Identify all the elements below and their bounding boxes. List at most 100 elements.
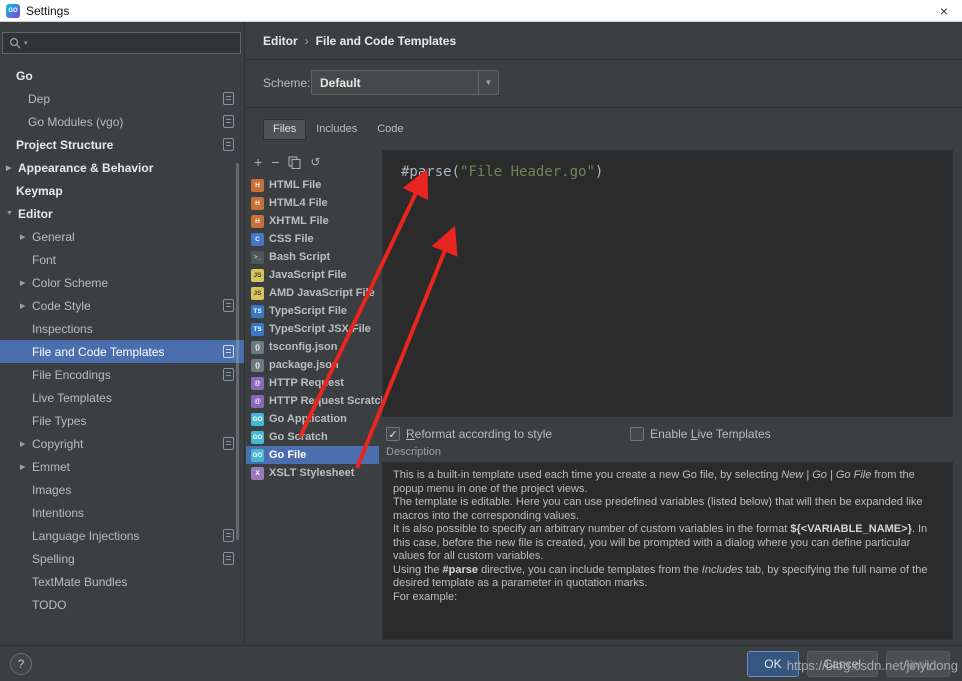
search-icon [9, 37, 21, 49]
sidebar-item-inspections[interactable]: Inspections [0, 317, 244, 340]
template-item-http-request[interactable]: @HTTP Request [246, 374, 379, 392]
template-item-label: CSS File [269, 233, 314, 245]
per-project-settings-icon [223, 345, 234, 358]
sidebar-item-go[interactable]: Go [0, 64, 244, 87]
template-item-typescript-file[interactable]: TSTypeScript File [246, 302, 379, 320]
template-editor[interactable]: #parse("File Header.go") [382, 150, 953, 417]
sidebar-item-go-modules-vgo[interactable]: Go Modules (vgo) [0, 110, 244, 133]
chevron-down-icon[interactable]: ▼ [6, 210, 18, 217]
template-item-package-json[interactable]: {}package.json [246, 356, 379, 374]
sidebar-item-file-types[interactable]: File Types [0, 409, 244, 432]
sidebar-item-color-scheme[interactable]: ▶Color Scheme [0, 271, 244, 294]
help-button[interactable]: ? [10, 653, 32, 675]
chevron-right-icon[interactable]: ▶ [20, 302, 32, 310]
css-file-icon: C [251, 233, 264, 246]
sidebar-item-spelling[interactable]: Spelling [0, 547, 244, 570]
chevron-right-icon[interactable]: ▶ [20, 233, 32, 241]
template-item-label: XSLT Stylesheet [269, 467, 354, 479]
template-item-go-application[interactable]: GOGo Application [246, 410, 379, 428]
sidebar-item-project-structure[interactable]: Project Structure [0, 133, 244, 156]
html-file-icon: H [251, 215, 264, 228]
template-item-xslt-stylesheet[interactable]: XXSLT Stylesheet [246, 464, 379, 482]
chevron-right-icon[interactable]: ▶ [20, 440, 32, 448]
template-item-typescript-jsx-file[interactable]: TSTypeScript JSX File [246, 320, 379, 338]
description-paragraph: The template is editable. Here you can u… [393, 496, 942, 523]
sidebar-item-editor[interactable]: ▼Editor [0, 202, 244, 225]
reformat-checkbox[interactable]: ✓ [386, 427, 400, 441]
sidebar-item-label: TODO [32, 598, 66, 612]
window-title: Settings [26, 4, 69, 18]
sidebar-item-general[interactable]: ▶General [0, 225, 244, 248]
template-options: ✓ Reformat according to style Enable Live … [386, 424, 952, 444]
settings-search-box[interactable]: ▾ [2, 32, 241, 54]
sidebar-item-dep[interactable]: Dep [0, 87, 244, 110]
description-paragraph: It is also possible to specify an arbitr… [393, 523, 942, 564]
sidebar-item-label: Project Structure [16, 138, 113, 152]
reset-template-button[interactable]: ↺ [310, 155, 320, 169]
sidebar-item-emmet[interactable]: ▶Emmet [0, 455, 244, 478]
code-token: ) [595, 164, 603, 180]
chevron-right-icon[interactable]: ▶ [6, 164, 18, 172]
scheme-select[interactable]: Default ▼ [311, 70, 499, 95]
per-project-settings-icon [223, 92, 234, 105]
close-icon[interactable]: × [926, 0, 962, 21]
sidebar-item-language-injections[interactable]: Language Injections [0, 524, 244, 547]
scheme-selected-value: Default [312, 76, 478, 90]
breadcrumb-section[interactable]: Editor [263, 34, 298, 48]
reformat-checkbox-label: Reformat according to style [406, 427, 552, 441]
template-item-label: Go Application [269, 413, 347, 425]
enable-live-templates-checkbox[interactable] [630, 427, 644, 441]
template-item-css-file[interactable]: C CSS File [246, 230, 379, 248]
template-item-go-scratch[interactable]: GOGo Scratch [246, 428, 379, 446]
sidebar-item-copyright[interactable]: ▶Copyright [0, 432, 244, 455]
sidebar-item-keymap[interactable]: Keymap [0, 179, 244, 202]
template-item-label: Bash Script [269, 251, 330, 263]
chevron-right-icon[interactable]: ▶ [20, 463, 32, 471]
page-title: File and Code Templates [316, 34, 456, 48]
js-file-icon: JS [251, 269, 264, 282]
template-tabs: Files Includes Code [263, 118, 414, 140]
sidebar-scrollbar[interactable] [236, 163, 239, 540]
sidebar-item-font[interactable]: Font [0, 248, 244, 271]
template-item-tsconfig-json[interactable]: {}tsconfig.json [246, 338, 379, 356]
per-project-settings-icon [223, 115, 234, 128]
template-list-toolbar: + − ↺ [246, 150, 379, 174]
sidebar-item-file-and-code-templates[interactable]: File and Code Templates [0, 340, 244, 363]
template-item-http-request-scratch[interactable]: @HTTP Request Scratch [246, 392, 379, 410]
goland-app-icon: GO [6, 4, 20, 18]
chevron-down-icon[interactable]: ▼ [478, 71, 498, 94]
template-item-bash-script[interactable]: >_Bash Script [246, 248, 379, 266]
sidebar-item-textmate-bundles[interactable]: TextMate Bundles [0, 570, 244, 593]
remove-template-button[interactable]: − [271, 155, 279, 169]
tab-files[interactable]: Files [263, 119, 306, 140]
template-item-html4-file[interactable]: HHTML4 File [246, 194, 379, 212]
sidebar-item-images[interactable]: Images [0, 478, 244, 501]
settings-search-input[interactable] [31, 36, 234, 50]
sidebar-item-code-style[interactable]: ▶Code Style [0, 294, 244, 317]
tab-includes[interactable]: Includes [306, 119, 367, 140]
sidebar-item-label: Code Style [32, 299, 91, 313]
code-token: #parse( [401, 164, 460, 180]
chevron-right-icon[interactable]: ▶ [20, 279, 32, 287]
add-template-button[interactable]: + [254, 155, 262, 169]
sidebar-item-appearance-behavior[interactable]: ▶Appearance & Behavior [0, 156, 244, 179]
description-paragraph: This is a built-in template used each ti… [393, 469, 942, 496]
http-file-icon: @ [251, 395, 264, 408]
go-file-icon: GO [251, 449, 264, 462]
search-options-caret-icon[interactable]: ▾ [24, 39, 28, 47]
reformat-option[interactable]: ✓ Reformat according to style [386, 427, 552, 441]
sidebar-item-todo[interactable]: TODO [0, 593, 244, 616]
scheme-row: Scheme: Default ▼ [246, 60, 962, 108]
description-section-label: Description [386, 446, 441, 458]
sidebar-item-intentions[interactable]: Intentions [0, 501, 244, 524]
sidebar-item-live-templates[interactable]: Live Templates [0, 386, 244, 409]
enable-live-templates-option[interactable]: Enable Live Templates [630, 427, 771, 441]
template-item-xhtml-file[interactable]: HXHTML File [246, 212, 379, 230]
tab-code[interactable]: Code [367, 119, 413, 140]
template-item-go-file[interactable]: GOGo File [246, 446, 379, 464]
copy-template-button[interactable] [288, 156, 301, 169]
template-item-html-file[interactable]: HHTML File [246, 176, 379, 194]
template-item-javascript-file[interactable]: JSJavaScript File [246, 266, 379, 284]
template-item-amd-javascript-file[interactable]: JSAMD JavaScript File [246, 284, 379, 302]
sidebar-item-file-encodings[interactable]: File Encodings [0, 363, 244, 386]
